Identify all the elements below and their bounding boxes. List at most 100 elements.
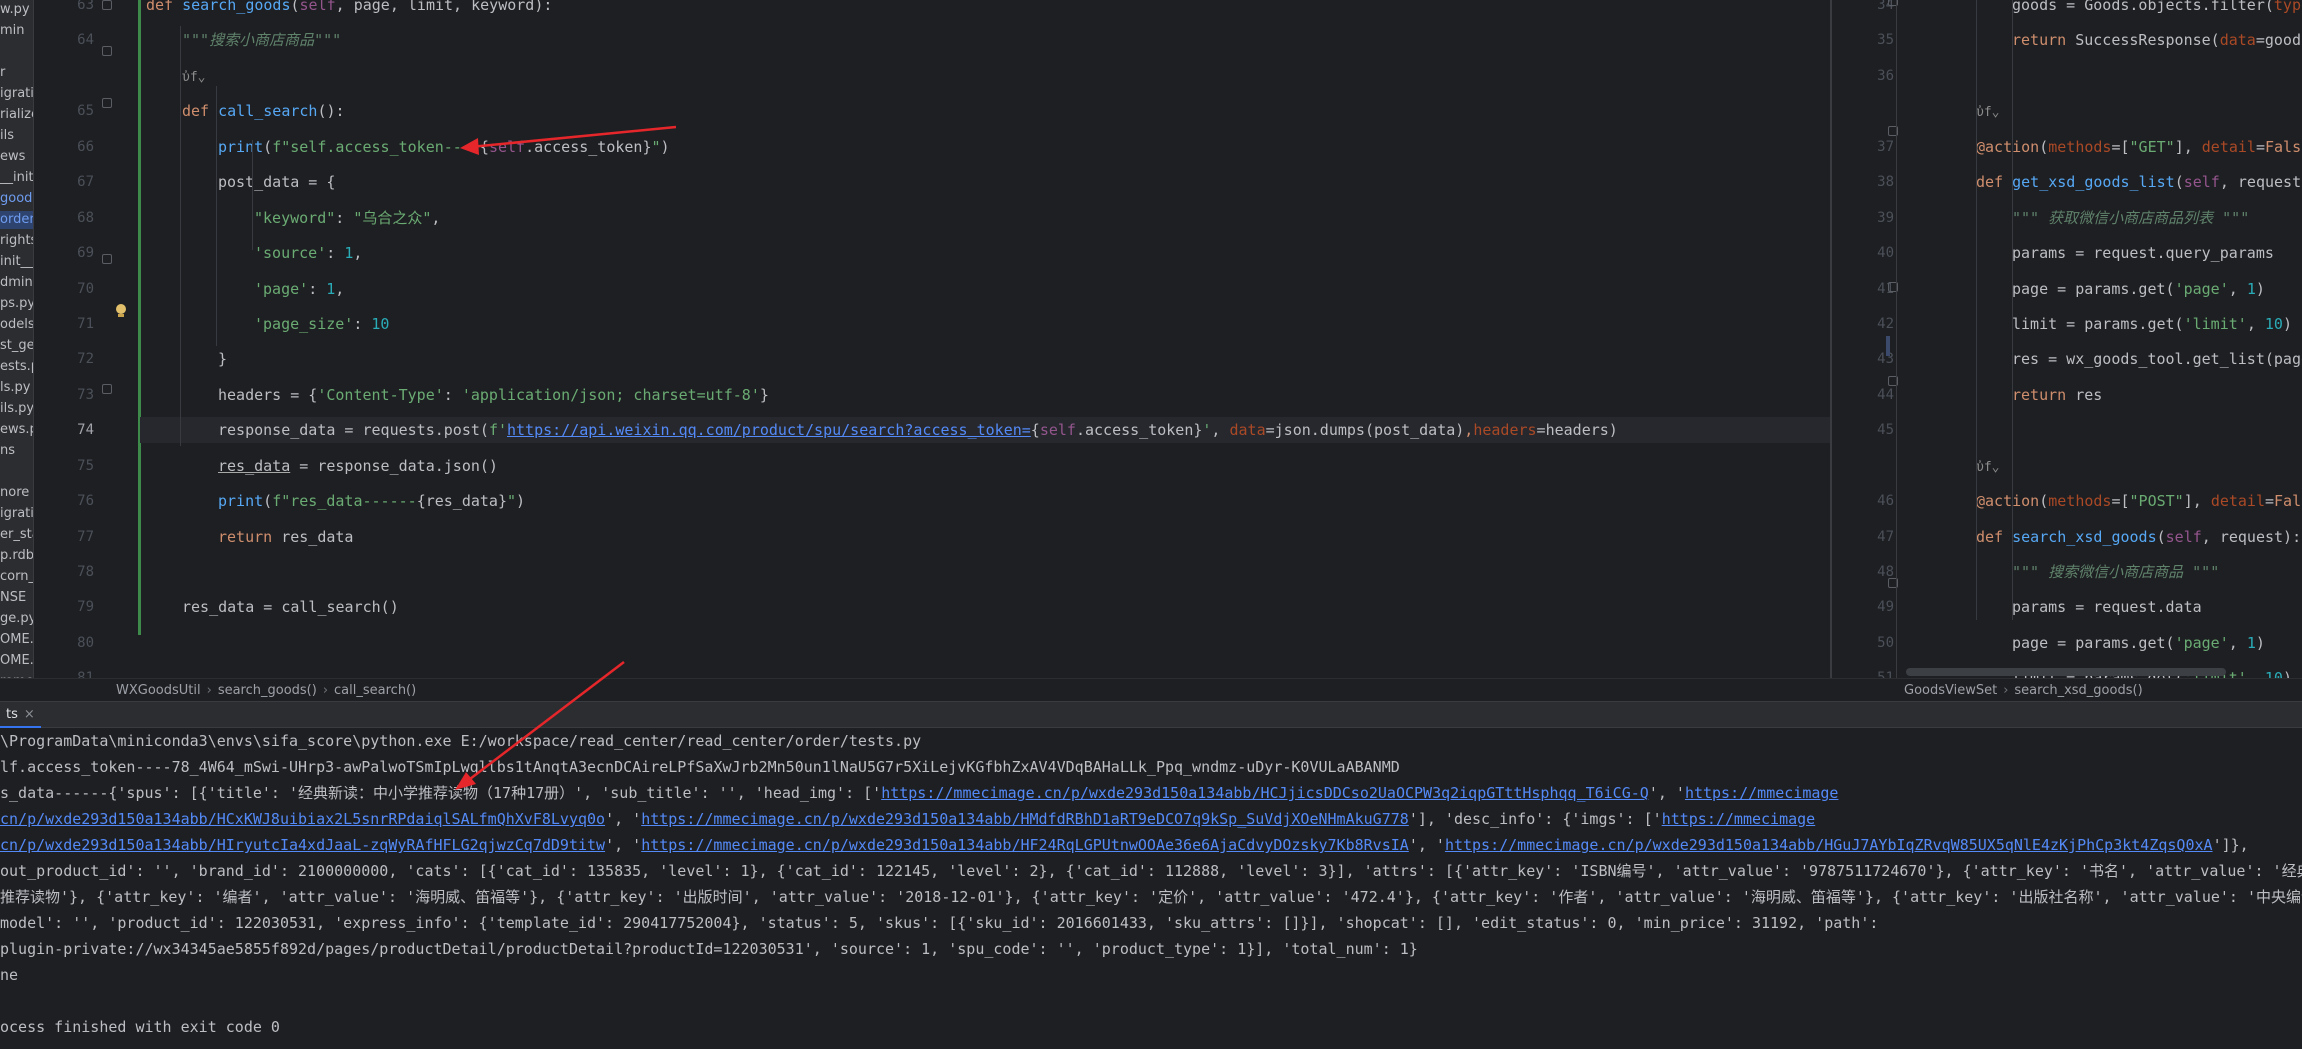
tree-item[interactable]: rializer (0, 106, 33, 124)
console-link[interactable]: https://mmecimage.cn/p/wxde293d150a134ab… (641, 810, 1409, 828)
horizontal-scrollbar[interactable] (1906, 668, 2226, 676)
tree-item[interactable]: ests.py (0, 358, 33, 376)
console-link[interactable]: cn/p/wxde293d150a134abb/HIryutcIa4xdJaaL… (0, 836, 605, 854)
code-line[interactable]: return res (2012, 382, 2102, 408)
tree-item[interactable]: ps.py (0, 295, 33, 313)
project-tree[interactable]: w.py min r igrations rializer ils ews __init__g… (0, 0, 34, 700)
console-link[interactable]: https://mmecimage.cn/p/wxde293d150a134ab… (1445, 836, 2213, 854)
close-icon[interactable]: × (24, 707, 35, 722)
code-line[interactable]: res_data = call_search() (182, 594, 399, 620)
code-line[interactable]: 'page_size': 10 (254, 311, 389, 337)
tree-item[interactable]: orders (0, 211, 33, 229)
code-area[interactable]: def search_goods(self, page, limit, keyw… (146, 0, 1830, 680)
code-line[interactable]: def call_search(): (182, 98, 345, 124)
code-line[interactable]: """搜索小商店商品""" (182, 27, 341, 53)
tree-item[interactable]: er_star (0, 526, 33, 544)
breadcrumb-item[interactable]: GoodsViewSet (1904, 683, 1997, 698)
tree-item[interactable]: odels.py (0, 316, 33, 334)
fold-gutter[interactable] (1832, 0, 1898, 680)
lightbulb-icon[interactable] (116, 304, 126, 318)
fold-icon[interactable] (102, 0, 112, 10)
code-line[interactable]: params = request.data (2012, 594, 2202, 620)
console-link[interactable]: https://mmecimage.cn/p/wxde293d150a134ab… (881, 784, 1649, 802)
fold-icon[interactable] (102, 98, 112, 108)
code-token: ) (516, 492, 526, 511)
tree-item[interactable]: ews (0, 148, 25, 166)
fold-icon[interactable] (102, 384, 112, 394)
tree-item[interactable]: __init__ (0, 169, 33, 187)
tree-item[interactable]: min (0, 22, 25, 40)
tree-item[interactable]: w.py (0, 1, 30, 19)
code-token: call_search (218, 102, 318, 121)
code-line[interactable]: res = wx_goods_tool.get_list(page, li (2012, 346, 2302, 372)
console-link[interactable]: https://mmecimage.cn/p/wxde293d150a134ab… (641, 836, 1409, 854)
code-line[interactable]: print(f"res_data------{res_data}") (218, 488, 525, 514)
code-line[interactable]: return res_data (218, 524, 353, 550)
tab-run[interactable]: ts × (0, 702, 41, 728)
code-line[interactable]: """ 搜索微信小商店商品 """ (2012, 559, 2219, 585)
code-line[interactable]: response_data = requests.post(f'https://… (218, 417, 1618, 443)
console-link[interactable]: cn/p/wxde293d150a134abb/HCxKWJ8uibiax2L5… (0, 810, 605, 828)
code-line[interactable]: 'source': 1, (254, 240, 362, 266)
code-line[interactable]: def search_xsd_goods(self, request): (1976, 524, 2301, 550)
code-line[interactable]: "keyword": "乌合之众", (254, 205, 440, 231)
tree-item[interactable]: init__.py (0, 253, 33, 271)
line-number: 63 (77, 0, 94, 13)
tree-item[interactable]: r (0, 64, 5, 82)
code-line[interactable]: ὐf⌄ (182, 63, 205, 89)
breadcrumb-item[interactable]: search_xsd_goods() (2014, 683, 2142, 698)
tree-item[interactable]: ge.py (0, 610, 33, 628)
code-line[interactable]: res_data = response_data.json() (218, 453, 498, 479)
code-line[interactable]: """ 获取微信小商店商品列表 """ (2012, 205, 2249, 231)
code-area[interactable]: goods = Goods.objects.filter(type=typ ret… (1940, 0, 2302, 680)
fold-icon[interactable] (102, 254, 112, 264)
tree-item[interactable]: goods (0, 190, 33, 208)
code-line[interactable]: def search_goods(self, page, limit, keyw… (146, 0, 552, 18)
tree-item[interactable]: p.rdb (0, 547, 33, 565)
code-line[interactable]: params = request.query_params (2012, 240, 2274, 266)
tree-item[interactable]: OME.md (0, 652, 33, 670)
tree-item[interactable]: rights (0, 232, 33, 250)
right-editor[interactable]: 3435363738394041424344454647484950515253… (1832, 0, 2302, 680)
tree-item[interactable]: ns (0, 442, 15, 460)
tree-item[interactable]: NSE (0, 589, 26, 607)
left-editor[interactable]: 6364656667686970717273747576777879808182… (34, 0, 1830, 680)
code-line[interactable]: headers = {'Content-Type': 'application/… (218, 382, 769, 408)
tree-item[interactable]: corn_co (0, 568, 33, 586)
breadcrumb-item[interactable]: call_search() (334, 683, 416, 698)
tree-item[interactable]: nore (0, 484, 29, 502)
fold-icon[interactable] (102, 46, 112, 56)
console-link[interactable]: https://mmecimage (1662, 810, 1816, 828)
code-line[interactable]: @action(methods=["POST"], detail=False, (1976, 488, 2302, 514)
code-line[interactable]: limit = params.get('limit', 10) (2012, 311, 2292, 337)
code-token: 'Content-Type' (317, 385, 444, 404)
code-line[interactable]: @action(methods=["GET"], detail=False, p… (1976, 134, 2302, 160)
code-line[interactable]: goods = Goods.objects.filter(type=typ (2012, 0, 2302, 18)
console-link[interactable]: https://mmecimage (1685, 784, 1839, 802)
code-line[interactable]: print(f"self.access_token----{self.acces… (218, 134, 670, 160)
tree-item[interactable]: ews.py (0, 421, 33, 439)
tree-item[interactable]: ils.py (0, 400, 33, 418)
fold-gutter[interactable] (100, 0, 140, 680)
code-line[interactable]: ὐf⌄ (1976, 98, 1999, 124)
code-line[interactable]: post_data = { (218, 169, 335, 195)
code-line[interactable]: ὐf⌄ (1976, 453, 1999, 479)
breadcrumb-left[interactable]: WXGoodsUtil › search_goods() › call_search() (116, 682, 416, 700)
code-line[interactable]: 'page': 1, (254, 276, 344, 302)
code-line[interactable]: page = params.get('page', 1) (2012, 276, 2265, 302)
code-line[interactable]: def get_xsd_goods_list(self, request): (1976, 169, 2302, 195)
tree-item[interactable]: igrations (0, 505, 33, 523)
tree-item[interactable]: st_get_ (0, 337, 33, 355)
breadcrumb-right[interactable]: GoodsViewSet › search_xsd_goods() (1904, 682, 2143, 700)
tree-item[interactable]: ils (0, 127, 14, 145)
code-line[interactable]: page = params.get('page', 1) (2012, 630, 2265, 656)
tree-item[interactable]: ls.py (0, 379, 30, 397)
tree-item[interactable]: igrations (0, 85, 33, 103)
tree-item[interactable]: dmin.py (0, 274, 33, 292)
tree-item[interactable]: OME.en (0, 631, 33, 649)
breadcrumb-item[interactable]: WXGoodsUtil (116, 683, 201, 698)
breadcrumb-item[interactable]: search_goods() (218, 683, 317, 698)
run-console[interactable]: \ProgramData\miniconda3\envs\sifa_score\… (0, 728, 2302, 1049)
code-line[interactable]: return SuccessResponse(data=goods.va (2012, 27, 2302, 53)
code-line[interactable]: } (218, 346, 227, 372)
